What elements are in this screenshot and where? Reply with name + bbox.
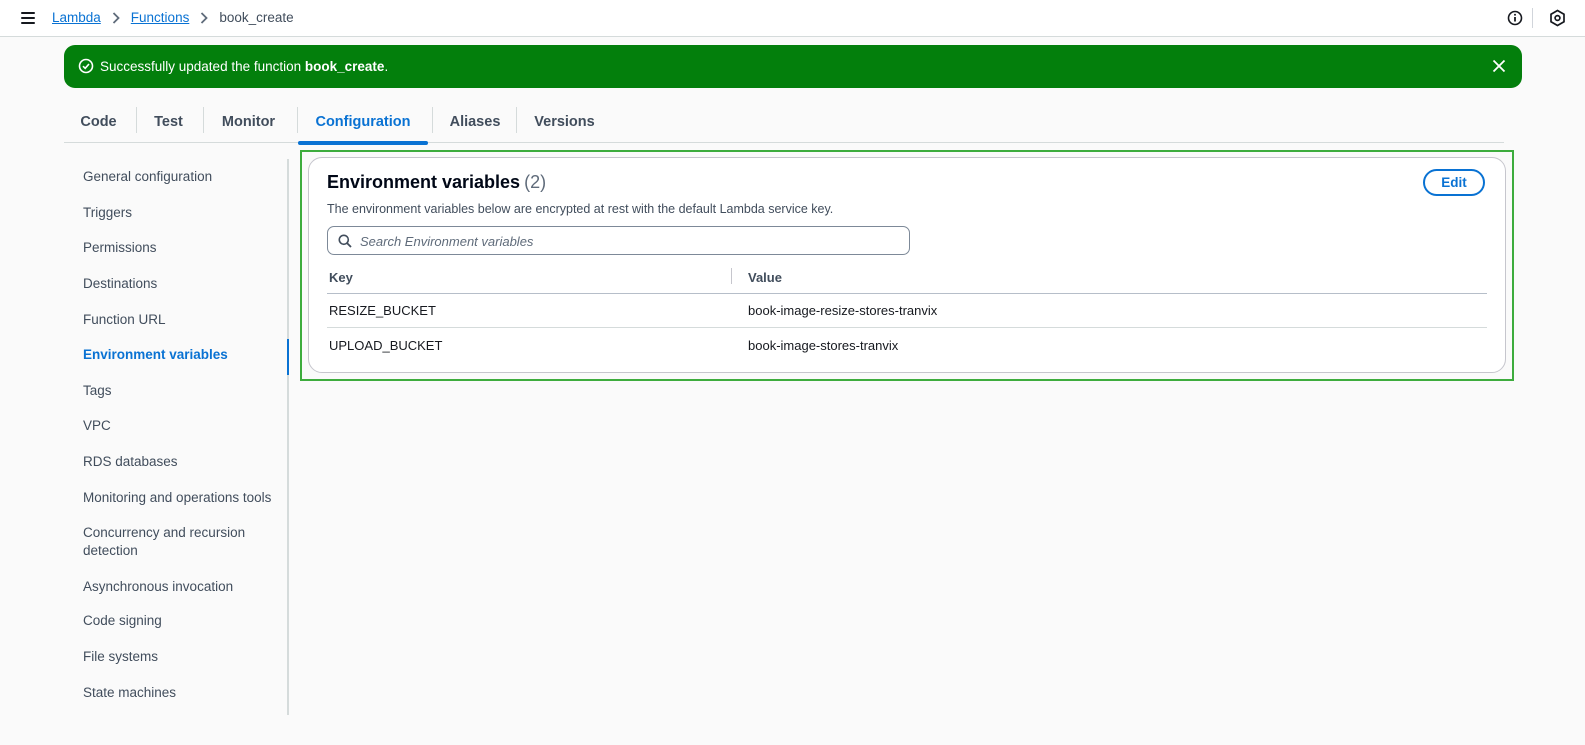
search-input[interactable] bbox=[360, 232, 900, 250]
table-cell-value: book-image-resize-stores-tranvix bbox=[748, 303, 938, 318]
header-divider bbox=[327, 293, 1487, 294]
flash-function-name: book_create bbox=[304, 59, 385, 74]
chevron-right-icon bbox=[200, 11, 209, 24]
success-flash-banner: Successfully updated the function book_c… bbox=[64, 45, 1522, 88]
breadcrumb-functions[interactable]: Functions bbox=[131, 10, 190, 25]
divider bbox=[1532, 8, 1533, 28]
sidenav-item-destinations[interactable]: Destinations bbox=[83, 275, 278, 293]
tab-test[interactable]: Test bbox=[137, 101, 200, 142]
breadcrumb-current: book_create bbox=[219, 10, 294, 25]
sidenav-item-code-signing[interactable]: Code signing bbox=[83, 612, 278, 630]
variable-count: (2) bbox=[524, 172, 547, 192]
sidenav-item-general-configuration[interactable]: General configuration bbox=[83, 168, 278, 186]
sidenav-item-triggers[interactable]: Triggers bbox=[83, 204, 278, 222]
sidenav-item-rds-databases[interactable]: RDS databases bbox=[83, 453, 278, 471]
chevron-right-icon bbox=[112, 11, 120, 24]
function-tabs: Code Test Monitor Configuration Aliases … bbox=[64, 101, 1504, 145]
panel-title: Environment variables (2) bbox=[327, 172, 547, 192]
table-cell-value: book-image-stores-tranvix bbox=[748, 338, 899, 353]
tab-versions[interactable]: Versions bbox=[517, 101, 612, 142]
column-divider bbox=[731, 268, 732, 284]
panel-description: The environment variables below are encr… bbox=[327, 202, 834, 216]
sidenav-item-file-systems[interactable]: File systems bbox=[83, 648, 278, 666]
tab-monitor[interactable]: Monitor bbox=[204, 101, 293, 142]
sidenav-item-environment-variables[interactable]: Environment variables bbox=[83, 346, 278, 364]
menu-icon[interactable] bbox=[21, 12, 35, 24]
sidenav-item-tags[interactable]: Tags bbox=[83, 382, 278, 400]
sidenav-active-indicator bbox=[287, 339, 289, 375]
sidenav-item-monitoring-tools[interactable]: Monitoring and operations tools bbox=[83, 489, 278, 507]
tab-configuration[interactable]: Configuration bbox=[298, 101, 428, 145]
sidenav-item-state-machines[interactable]: State machines bbox=[83, 684, 278, 702]
column-header-value[interactable]: Value bbox=[748, 270, 782, 285]
table-cell-key: RESIZE_BUCKET bbox=[329, 303, 436, 318]
top-navigation-bar: Lambda Functions book_create bbox=[0, 0, 1585, 37]
sidenav-item-vpc[interactable]: VPC bbox=[83, 417, 278, 435]
close-icon[interactable] bbox=[1491, 58, 1507, 74]
tab-code[interactable]: Code bbox=[64, 101, 133, 142]
column-header-key[interactable]: Key bbox=[329, 270, 353, 285]
tab-aliases[interactable]: Aliases bbox=[433, 101, 517, 142]
flash-message: Successfully updated the function book_c… bbox=[100, 59, 389, 74]
info-icon[interactable] bbox=[1507, 10, 1523, 26]
row-divider bbox=[327, 327, 1487, 328]
breadcrumb: Lambda Functions book_create bbox=[52, 10, 294, 25]
sidenav-item-concurrency[interactable]: Concurrency and recursion detection bbox=[83, 524, 253, 560]
success-check-icon bbox=[78, 58, 94, 74]
search-field[interactable] bbox=[327, 226, 910, 255]
settings-hex-icon[interactable] bbox=[1549, 9, 1566, 27]
table-cell-key: UPLOAD_BUCKET bbox=[329, 338, 443, 353]
configuration-sidenav: General configuration Triggers Permissio… bbox=[64, 159, 289, 715]
sidenav-item-async-invocation[interactable]: Asynchronous invocation bbox=[83, 578, 278, 596]
breadcrumb-lambda[interactable]: Lambda bbox=[52, 10, 101, 25]
edit-button[interactable]: Edit bbox=[1423, 169, 1485, 196]
search-icon bbox=[338, 234, 352, 248]
sidenav-item-permissions[interactable]: Permissions bbox=[83, 239, 278, 257]
environment-variables-panel: Environment variables (2) The environment… bbox=[308, 157, 1506, 373]
sidenav-item-function-url[interactable]: Function URL bbox=[83, 311, 278, 329]
